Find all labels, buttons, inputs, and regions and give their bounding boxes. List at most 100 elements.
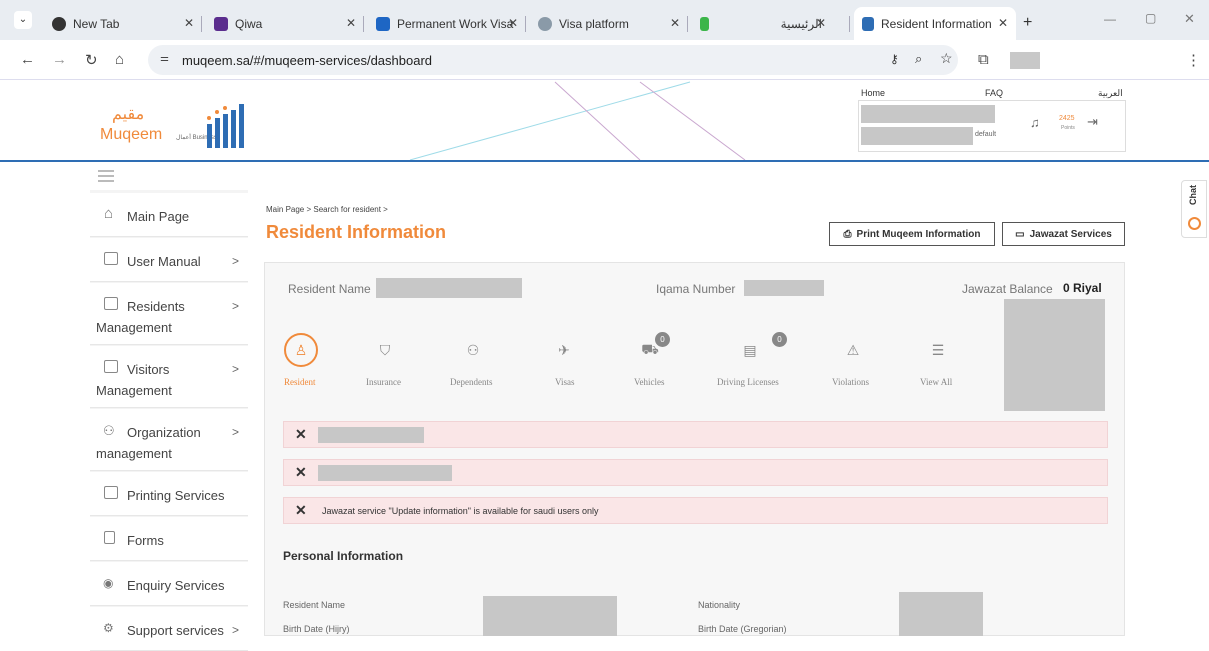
user-name-redacted [861,105,995,123]
step-resident-label: Resident [284,377,316,387]
resident-photo-redacted [1004,299,1105,411]
personal-information-title: Personal Information [283,549,404,563]
hamburger-menu-icon[interactable] [98,170,114,182]
jawazat-services-button[interactable]: ▭ Jawazat Services [1002,222,1125,246]
jawazat-balance-value: 0 Riyal [1063,281,1102,295]
close-icon[interactable]: ✕ [346,16,356,30]
step-view-all[interactable]: ☰ [921,333,955,367]
url-field[interactable]: ⚌ muqeem.sa/#/muqeem-services/dashboard … [148,45,958,75]
sidebar-item-enquiry-services[interactable]: ◉ Enquiry Services [90,562,248,606]
tab-permanent-work-visa[interactable]: Permanent Work Visa ✕ [368,7,526,40]
header-faq-link[interactable]: FAQ [985,88,1003,98]
sidebar-item-residents-management[interactable]: Residents Management > [90,283,248,345]
reload-icon[interactable]: ↻ [85,51,98,69]
profile-avatar[interactable] [1010,52,1040,69]
print-muqeem-information-button[interactable]: ⎙ Print Muqeem Information [829,222,995,246]
sidebar-item-user-manual[interactable]: User Manual > [90,238,248,282]
step-violations[interactable]: ⚠ [836,333,870,367]
sidebar-item-printing-services[interactable]: Printing Services [90,472,248,516]
muqeem-icon [862,16,874,31]
jawazat-balance-label: Jawazat Balance [962,282,1053,296]
tab-qiwa[interactable]: Qiwa ✕ [206,7,364,40]
alert-2: ✕ [283,459,1108,486]
qiwa-icon [376,16,390,31]
user-org-redacted [861,127,973,145]
id-card-icon [104,360,118,373]
step-visas[interactable]: ✈ [547,333,581,367]
printer-icon [104,486,118,499]
forward-icon[interactable]: → [52,51,67,68]
iqama-number-label: Iqama Number [656,282,736,296]
step-violations-label: Violations [832,377,869,387]
resident-name-field-redacted [483,596,617,636]
book-icon [104,252,118,265]
group-icon: ⚇ [466,341,480,358]
password-key-icon[interactable]: ⚷ [890,52,899,66]
zoom-icon[interactable]: ⌕ [915,51,922,67]
chevron-right-icon: > [231,254,239,268]
close-icon[interactable]: ✕ [295,502,307,519]
new-tab-icon[interactable]: + [1023,14,1032,32]
home-icon: ⌂ [104,205,114,222]
step-insurance[interactable]: ⛉ [368,333,402,367]
sidebar-item-main-page[interactable]: ⌂ Main Page [90,193,248,237]
minimize-icon[interactable]: — [1104,12,1116,26]
site-header: مقيم Muqeem أعمال Business Home FAQ العر… [0,80,1209,162]
breadcrumb[interactable]: Main Page > Search for resident > [266,205,388,214]
shield-icon: ⛉ [379,341,391,358]
license-icon: ▤ [743,341,757,358]
sidebar-item-forms[interactable]: Forms [90,517,248,561]
tab-visa-platform[interactable]: Visa platform ✕ [530,7,688,40]
eye-icon: ◉ [103,576,114,590]
notification-bell-icon[interactable]: ♫ [1030,115,1040,130]
iqama-number-redacted [744,280,824,296]
sidebar-item-visitors-management[interactable]: Visitors Management > [90,346,248,408]
bookmark-star-icon[interactable]: ☆ [940,50,953,67]
restore-icon[interactable]: ▢ [1145,11,1156,25]
menu-icon[interactable]: ⋮ [1186,51,1201,69]
visa-platform-icon [538,16,552,31]
sidebar-item-organization-management[interactable]: ⚇ Organization management > [90,409,248,471]
header-arabic-link[interactable]: العربية [1098,88,1123,99]
logo-arabic: مقيم [112,106,145,123]
back-icon[interactable]: ← [20,51,35,68]
step-resident[interactable]: ♙ [284,333,318,367]
resident-card [264,262,1125,636]
alert-3: ✕ Jawazat service "Update information" i… [283,497,1108,524]
id-card-icon: ▭ [1015,228,1025,240]
driving-licenses-count-badge: 0 [772,332,787,347]
step-view-all-label: View All [920,377,953,387]
alert-1-redacted [318,427,424,443]
tab-new-tab[interactable]: New Tab ✕ [44,7,202,40]
page-title: Resident Information [266,222,447,242]
close-icon[interactable]: ✕ [295,426,307,443]
header-home-link[interactable]: Home [861,88,885,98]
site-settings-icon[interactable]: ⚌ [160,53,169,64]
close-icon[interactable]: ✕ [816,16,826,30]
id-card-icon [104,297,118,310]
logout-icon[interactable]: ⇥ [1087,114,1098,130]
resident-name-label: Resident Name [288,282,371,296]
org-chart-icon: ⚇ [103,423,115,438]
close-icon[interactable]: ✕ [508,16,518,30]
home-icon[interactable]: ⌂ [115,51,124,68]
chevron-right-icon: > [231,623,239,637]
tab-list-icon[interactable]: ⌄ [14,11,32,29]
tab-resident-information[interactable]: Resident Information ✕ [854,7,1016,40]
chat-widget[interactable]: Chat [1181,180,1207,238]
step-driving-licenses[interactable]: ▤ [733,333,767,367]
sidebar-item-support-services[interactable]: ⚙ Support services > [90,607,248,651]
close-icon[interactable]: ✕ [670,16,680,30]
points-value: 2425 [1059,115,1075,122]
close-icon[interactable]: ✕ [998,16,1008,30]
tab-green[interactable]: الرئيسية ✕ [692,7,850,40]
step-driving-licenses-label: Driving Licenses [717,377,779,387]
extensions-icon[interactable]: ⧉ [978,51,989,68]
chevron-right-icon: > [231,425,239,439]
step-dependents[interactable]: ⚇ [456,333,490,367]
birth-date-hijri-label: Birth Date (Hijry) [283,624,350,634]
window-close-icon[interactable]: ✕ [1184,11,1195,27]
close-icon[interactable]: ✕ [295,464,307,481]
resident-name-redacted [376,278,522,298]
close-icon[interactable]: ✕ [184,16,194,30]
